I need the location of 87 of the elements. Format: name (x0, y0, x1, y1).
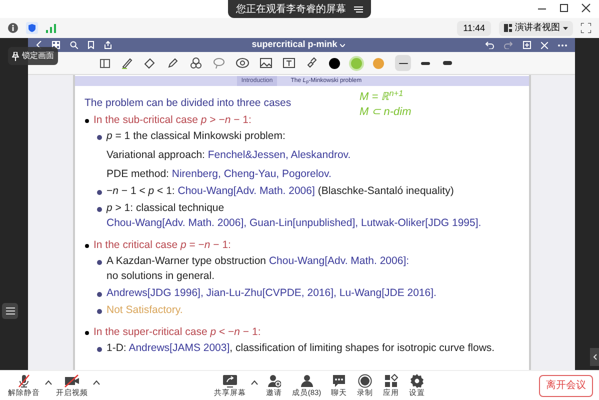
search-icon[interactable] (70, 41, 78, 49)
leave-meeting-button[interactable]: 离开会议 (539, 374, 593, 396)
share-screen-icon (222, 374, 238, 388)
view-mode-button[interactable]: 演讲者视图 (499, 20, 573, 36)
bullet-icon (96, 260, 102, 265)
image-icon[interactable] (260, 58, 272, 68)
share-icon[interactable] (104, 41, 112, 49)
bookmark-icon[interactable] (88, 41, 94, 49)
lasso-icon[interactable] (213, 57, 225, 69)
fullscreen-icon[interactable] (581, 23, 591, 33)
layout-icon (504, 24, 512, 32)
handwritten-note: M = ℝ$^{n+1}$ (360, 90, 404, 105)
slide-text: Not Satisfactory. (106, 303, 183, 318)
shapes-icon[interactable] (190, 57, 202, 69)
slide-text: no solutions in general. (106, 269, 216, 284)
bullet-icon (96, 347, 102, 352)
list-button[interactable] (2, 303, 18, 319)
bullet-icon (96, 309, 102, 314)
citation-link[interactable]: Nirenberg, Cheng-Yau, Pogorelov. (172, 168, 332, 180)
more-icon[interactable] (558, 44, 567, 46)
person-icon (300, 374, 314, 388)
slide-text: p > 1: classical technique (106, 201, 226, 216)
bullet-icon (84, 330, 88, 334)
citation-link[interactable]: Fenchel&Jessen, Aleskandrov. (208, 149, 351, 161)
signal-icon (46, 24, 56, 32)
highlighter-icon[interactable] (167, 57, 179, 69)
bullet-icon (96, 292, 102, 297)
bullet-icon (96, 135, 102, 140)
maximize-icon[interactable] (559, 3, 569, 13)
color-swatch[interactable] (329, 58, 340, 68)
section-heading: In the critical case p = −n − 1: (94, 238, 231, 253)
add-page-icon[interactable] (523, 41, 531, 49)
muted-microphone-icon (17, 374, 31, 388)
sticker-icon[interactable] (236, 58, 249, 68)
list-icon (6, 307, 14, 315)
color-swatch[interactable] (351, 58, 362, 68)
sidebar-icon[interactable] (100, 58, 110, 68)
citation-link[interactable]: Chou-Wang[Adv. Math. 2006], Guan-Lin[unpublished], Lutwak-Oliker[JDG 1995]. (106, 217, 482, 229)
redo-icon[interactable] (504, 41, 513, 49)
caret-icon[interactable] (45, 380, 52, 385)
handwritten-note: M ⊂ n-dim (360, 105, 412, 120)
citation-link[interactable]: Chou-Wang[Adv. Math. 2006]: (268, 255, 410, 267)
caret-icon (563, 26, 568, 30)
eraser-icon[interactable] (144, 57, 156, 69)
menu-icon[interactable] (354, 6, 363, 12)
section-heading: In the super-critical case p < −n − 1: (94, 325, 261, 340)
bullet-icon (84, 244, 88, 248)
caret-icon[interactable] (93, 380, 100, 385)
chat-icon (332, 374, 346, 388)
slide-text: Variational approach: Fenchel&Jessen, Aleskandrov. (106, 148, 351, 163)
tooltip-text: 锁定画面 (22, 50, 54, 62)
camera-off-icon (64, 374, 80, 388)
bullet-icon (96, 207, 102, 212)
stroke-width-button[interactable] (395, 55, 411, 71)
chevron-left-icon (592, 354, 596, 360)
slide-text: PDE method: Nirenberg, Cheng-Yau, Pogorelov. (106, 167, 332, 182)
citation-link[interactable]: Andrews[JAMS 2003] (128, 342, 230, 354)
citation-link[interactable]: Chou-Wang[Adv. Math. 2006] (178, 185, 315, 197)
settings-icon (410, 374, 424, 388)
document-title[interactable]: supercritical p-mink (252, 38, 346, 52)
close-icon[interactable] (581, 3, 591, 13)
pen-icon[interactable] (121, 57, 133, 69)
info-icon[interactable] (8, 23, 18, 33)
add-person-icon (266, 374, 281, 388)
undo-icon[interactable] (485, 41, 494, 49)
link-icon[interactable] (306, 57, 318, 69)
color-swatch[interactable] (373, 58, 384, 68)
time-label: 11:44 (457, 20, 491, 36)
slide-text: −n − 1 < p < 1: Chou-Wang[Adv. Math. 2006] (Blaschke-Santaló inequality) (106, 184, 454, 199)
citation-link[interactable]: Andrews[JDG 1996], Jian-Lu-Zhu[CVPDE, 2016], Lu-Wang[JDE 2016]. (106, 287, 436, 299)
shield-icon[interactable] (26, 22, 38, 34)
caret-icon[interactable] (250, 380, 258, 385)
record-icon (358, 374, 372, 388)
bullet-icon (84, 118, 88, 122)
slide-intro-text: The problem can be divided into three cases (84, 96, 292, 111)
slide-text: 1-D: Andrews[JAMS 2003], classification of limiting shapes for isotropic curve flows. (106, 341, 495, 356)
slide-text: A Kazdan-Warner type obstruction Chou-Wang[Adv. Math. 2006]: (106, 254, 410, 269)
apps-icon (384, 374, 398, 388)
section-heading: In the sub-critical case p > −n − 1: (94, 113, 252, 128)
grid-icon[interactable] (52, 41, 60, 49)
slide-text: p = 1 the classical Minkowski problem: (106, 129, 286, 144)
bullet-icon (96, 190, 102, 195)
caret-icon (340, 44, 346, 46)
pin-icon (12, 52, 19, 60)
side-panel-button[interactable] (590, 348, 599, 366)
banner-text: 您正在观看李奇睿的屏幕 (236, 2, 346, 16)
text-box-icon[interactable] (283, 58, 295, 68)
